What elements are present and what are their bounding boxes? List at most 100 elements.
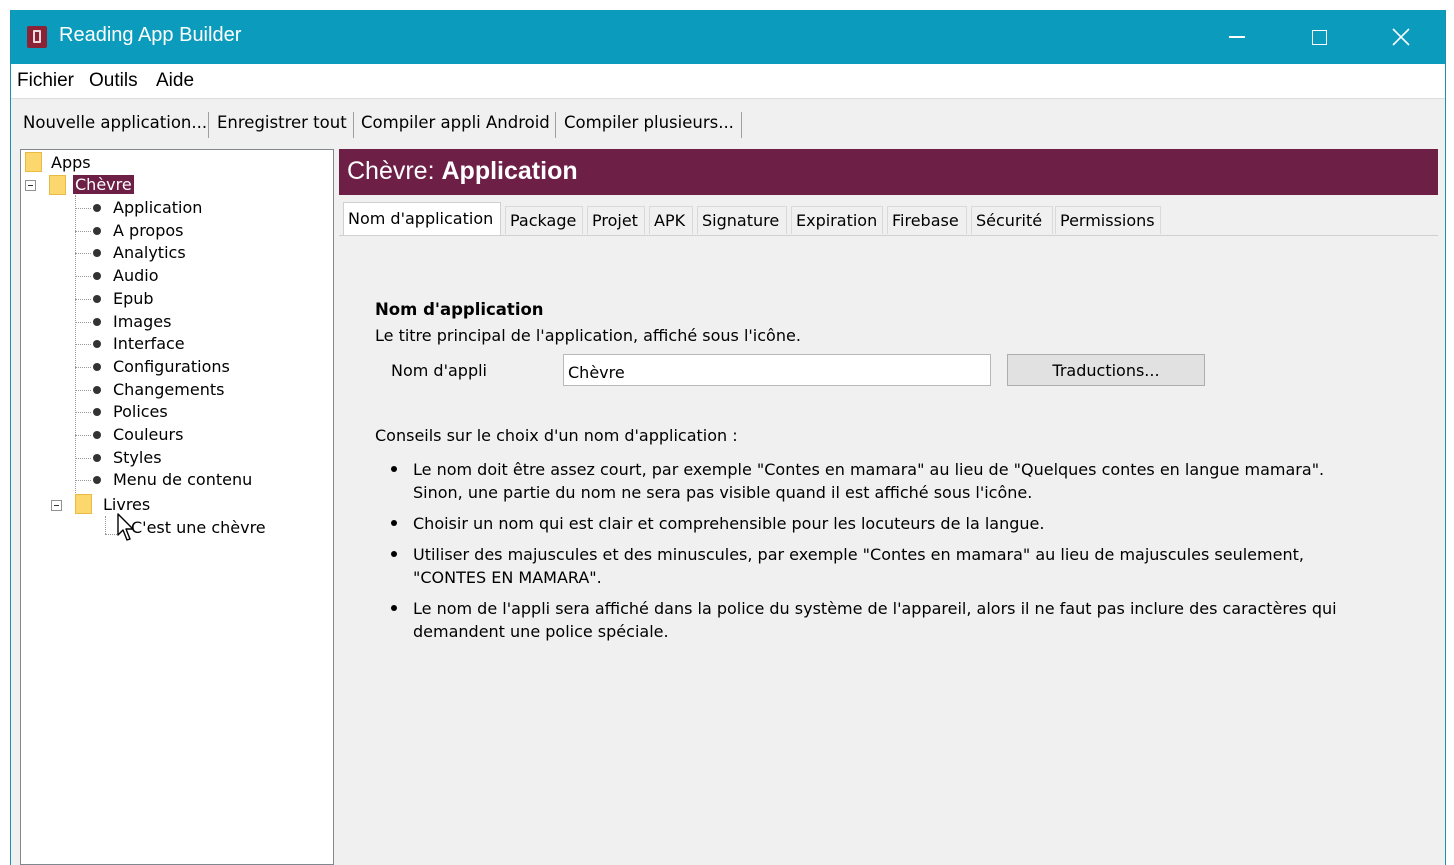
bullet-icon (391, 520, 397, 526)
tree-item-label: Livres (103, 495, 151, 514)
project-tree[interactable]: Apps Chèvre Application A propos Analytics… (20, 149, 334, 865)
tree-connector (75, 389, 91, 391)
toolbar-separator (555, 112, 556, 138)
menu-fichier[interactable]: Fichier (17, 70, 74, 92)
close-icon (1392, 28, 1410, 46)
tip-item: Choisir un nom qui est clair et comprehe… (391, 512, 1371, 536)
window-title: Reading App Builder (59, 24, 242, 46)
tip-text: Choisir un nom qui est clair et comprehe… (413, 514, 1045, 533)
minimize-button[interactable] (1197, 10, 1277, 64)
node-icon (93, 294, 101, 303)
tab-permissions[interactable]: Permissions (1055, 206, 1161, 234)
menu-aide[interactable]: Aide (156, 70, 194, 92)
app-name-input[interactable] (563, 354, 991, 386)
tab-strip: Nom d'application Package Projet APK Sig… (339, 202, 1438, 236)
tree-item-label: Styles (113, 447, 162, 467)
new-app-button[interactable]: Nouvelle application... (23, 113, 207, 132)
tree-item-label: Couleurs (113, 425, 184, 444)
section-title: Nom d'application (375, 300, 544, 319)
collapse-icon[interactable] (51, 500, 62, 511)
node-icon (93, 431, 101, 439)
node-icon (93, 340, 101, 349)
header-section-name: Application (441, 157, 578, 185)
tree-connector (75, 366, 91, 368)
bullet-icon (391, 605, 397, 611)
node-icon (93, 249, 101, 258)
build-android-button[interactable]: Compiler appli Android (361, 113, 550, 132)
tree-connector (75, 276, 91, 278)
bullet-icon (391, 466, 397, 472)
tip-text: Le nom de l'appli sera affiché dans la p… (413, 599, 1337, 641)
title-bar: Reading App Builder (11, 10, 1445, 64)
tree-connector (75, 435, 91, 436)
tree-connector (75, 253, 91, 255)
tree-item-label: Changements (113, 379, 225, 399)
node-icon (93, 272, 101, 281)
tree-connector (75, 480, 91, 482)
tree-item-label: Epub (113, 288, 154, 308)
tree-connector (75, 208, 91, 209)
tab-expiration[interactable]: Expiration (791, 206, 883, 234)
tree-connector (105, 516, 106, 534)
page-title: Chèvre: Application (347, 157, 578, 186)
node-icon (93, 362, 101, 371)
save-all-button[interactable]: Enregistrer tout (217, 113, 347, 132)
toolbar-separator (741, 112, 742, 138)
toolbar-separator (353, 112, 354, 138)
tree-item-label: A propos (113, 220, 184, 240)
close-button[interactable] (1361, 10, 1441, 64)
node-icon (93, 408, 101, 417)
tip-item: Utiliser des majuscules et des minuscule… (391, 543, 1371, 591)
tree-item-label: Audio (113, 266, 159, 286)
maximize-button[interactable] (1279, 10, 1359, 64)
tree-item-label: Configurations (113, 356, 230, 376)
tab-apk[interactable]: APK (649, 206, 693, 234)
build-multiple-button[interactable]: Compiler plusieurs... (564, 113, 734, 132)
tree-item-label: Images (113, 311, 172, 331)
tree-connector (75, 457, 91, 459)
section-header: Chèvre: Application (339, 149, 1438, 195)
translations-button[interactable]: Traductions... (1007, 354, 1205, 386)
node-icon (93, 317, 101, 326)
tip-item: Le nom de l'appli sera affiché dans la p… (391, 597, 1371, 645)
tab-signature[interactable]: Signature (697, 206, 787, 234)
tip-text: Utiliser des majuscules et des minuscule… (413, 545, 1304, 587)
node-icon (93, 226, 101, 235)
collapse-icon[interactable] (25, 180, 36, 191)
tab-content: Nom d'application Le titre principal de … (339, 235, 1438, 865)
menu-outils[interactable]: Outils (89, 70, 138, 92)
maximize-icon (1311, 29, 1327, 45)
folder-icon (75, 494, 92, 514)
section-description: Le titre principal de l'application, aff… (375, 326, 801, 345)
node-icon (93, 385, 101, 394)
bullet-icon (391, 551, 397, 557)
tab-firebase[interactable]: Firebase (887, 206, 967, 234)
node-icon (93, 453, 101, 462)
tab-app-name[interactable]: Nom d'application (343, 202, 501, 236)
tree-item-label: Polices (113, 402, 168, 422)
tree-item-label: Chèvre (73, 175, 134, 194)
node-icon (93, 204, 101, 212)
header-app-name: Chèvre: (347, 157, 435, 185)
toolbar: Nouvelle application... Enregistrer tout… (11, 99, 1445, 149)
tree-item-label: C'est une chèvre (131, 518, 266, 537)
tips-heading: Conseils sur le choix d'un nom d'applica… (375, 426, 738, 445)
menu-bar: Fichier Outils Aide (11, 64, 1445, 99)
tip-item: Le nom doit être assez court, par exempl… (391, 458, 1371, 506)
tree-connector (75, 412, 91, 414)
tab-project[interactable]: Projet (587, 206, 645, 234)
minimize-icon (1229, 36, 1245, 38)
folder-icon (25, 152, 42, 172)
mouse-cursor-icon (117, 513, 134, 541)
folder-icon (49, 175, 66, 195)
tree-item-label: Interface (113, 334, 185, 354)
tab-security[interactable]: Sécurité (971, 206, 1053, 234)
toolbar-separator (208, 112, 209, 138)
tree-item-label: Menu de contenu (113, 470, 253, 490)
tree-connector (75, 230, 91, 232)
tree-item-label: Analytics (113, 243, 186, 263)
tab-package[interactable]: Package (505, 206, 583, 234)
node-icon (93, 476, 101, 485)
tree-connector (75, 344, 91, 346)
app-window: Reading App Builder Fichier Outils Aide … (10, 10, 1446, 865)
